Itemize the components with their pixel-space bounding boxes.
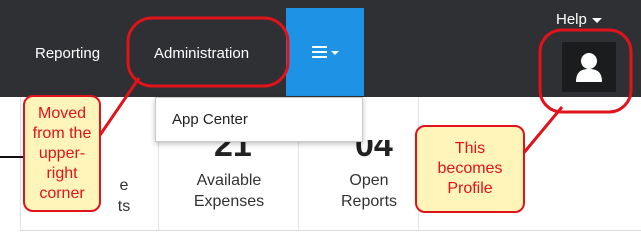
callout-line: This	[454, 140, 486, 157]
card-label-line: ts	[117, 198, 131, 215]
callout-line: Moved	[37, 104, 87, 122]
available-expenses-count: 21	[214, 140, 252, 162]
callout-line: corner	[39, 184, 85, 202]
open-reports-card[interactable]: Open Reports	[331, 170, 407, 212]
callout-line: Profile	[447, 180, 493, 197]
help-label: Help	[556, 10, 587, 28]
card-label-line: Expenses	[193, 193, 265, 210]
card-label-line: Reports	[340, 193, 398, 210]
card-label-line: Available	[196, 172, 262, 189]
caret-down-icon	[330, 51, 339, 55]
nav-reporting[interactable]: Reporting	[35, 38, 100, 68]
card-label-partial[interactable]: e ts	[114, 175, 134, 217]
open-reports-count: 04	[355, 140, 393, 162]
callout-moved: Moved from the upper- right corner	[23, 95, 101, 212]
app-menu-button[interactable]	[286, 8, 364, 96]
nav-administration[interactable]: Administration	[154, 38, 249, 68]
user-icon	[576, 53, 602, 82]
card-label-line: e	[119, 177, 129, 194]
app-menu-dropdown: App Center	[155, 97, 363, 142]
callout-line: becomes	[437, 160, 503, 177]
caret-down-icon	[591, 18, 602, 23]
profile-button[interactable]	[562, 42, 616, 92]
callout-line: right	[46, 164, 78, 182]
card-label-line: Open	[349, 172, 389, 189]
callout-profile: This becomes Profile	[415, 125, 525, 213]
hamburger-icon	[311, 46, 327, 58]
callout-line: from the	[32, 124, 92, 142]
callout-line: upper-	[38, 144, 86, 162]
help-menu-button[interactable]: Help	[556, 9, 616, 29]
available-expenses-card[interactable]: Available Expenses	[179, 170, 279, 212]
menu-item-app-center[interactable]: App Center	[172, 111, 248, 128]
